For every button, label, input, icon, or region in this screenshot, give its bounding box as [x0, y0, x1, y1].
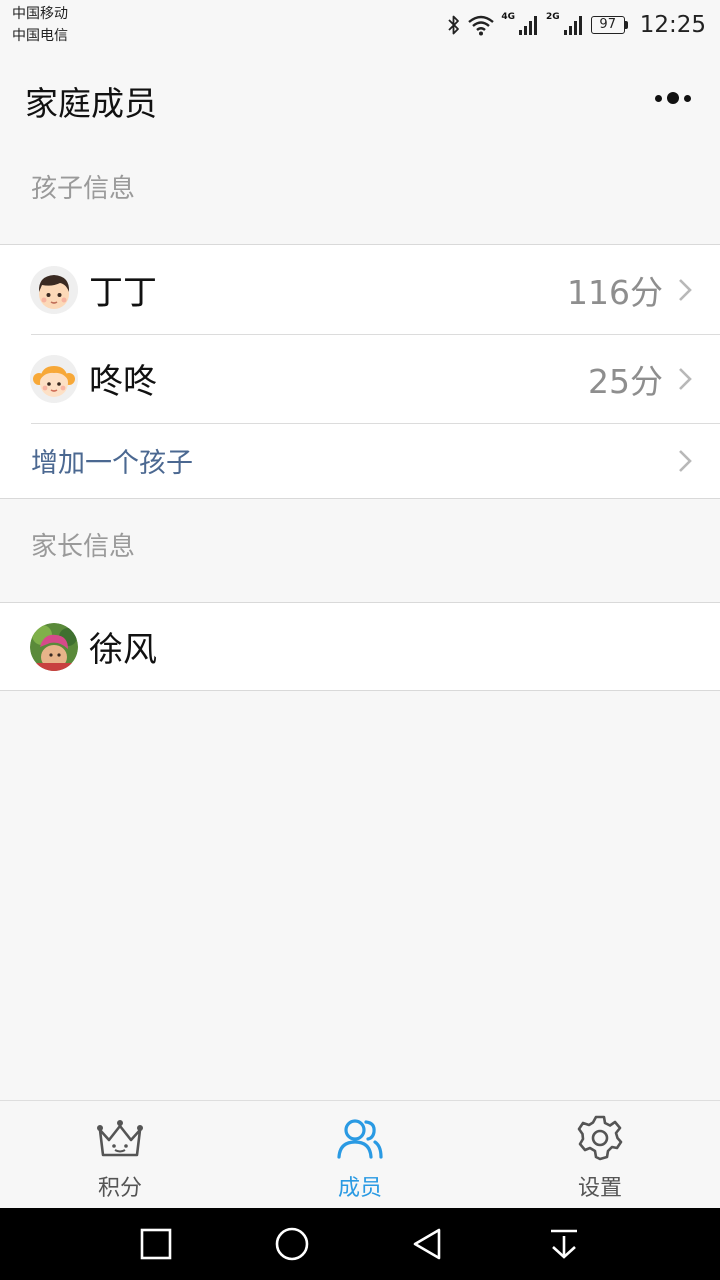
page-header: 家庭成员 — [0, 52, 720, 144]
photo-avatar — [30, 622, 78, 671]
add-child-row[interactable]: 增加一个孩子 — [0, 423, 720, 498]
more-options-button[interactable] — [650, 82, 696, 114]
child-score: 116分 — [567, 272, 663, 312]
recents-square-icon[interactable] — [139, 1226, 173, 1262]
members-icon — [337, 1119, 383, 1159]
network-type-2: 2G — [546, 12, 560, 22]
parents-section-label: 家长信息 — [31, 532, 136, 562]
tab-label: 成员 — [337, 1176, 382, 1201]
add-child-label: 增加一个孩子 — [31, 448, 193, 479]
bottom-tab-bar: 积分 成员 设置 — [0, 1100, 720, 1208]
notification-pull-icon[interactable] — [547, 1226, 581, 1262]
child-score: 25分 — [588, 361, 663, 401]
carrier-1: 中国移动 — [12, 6, 68, 22]
more-dots-icon — [655, 94, 662, 102]
girl-avatar — [30, 354, 78, 403]
signal-icon — [519, 16, 538, 35]
chevron-right-icon — [679, 449, 692, 472]
status-icons: 4G 2G 97 12:25 — [447, 10, 706, 40]
children-list: 丁丁 116分 咚咚 25分 增加一个孩子 — [0, 244, 720, 499]
chevron-right-icon — [679, 278, 692, 301]
parent-name: 徐风 — [89, 630, 157, 670]
page-title: 家庭成员 — [25, 84, 157, 123]
boy-avatar — [30, 265, 78, 314]
carrier-2: 中国电信 — [12, 28, 68, 44]
chevron-right-icon — [679, 367, 692, 390]
child-name: 咚咚 — [89, 362, 157, 402]
tab-label: 积分 — [97, 1176, 142, 1201]
tab-points[interactable]: 积分 — [0, 1101, 240, 1209]
tab-members[interactable]: 成员 — [240, 1101, 480, 1209]
status-clock: 12:25 — [639, 12, 706, 38]
battery-icon: 97 — [590, 16, 628, 34]
bluetooth-icon — [448, 15, 460, 35]
crown-icon — [97, 1120, 143, 1157]
app-screen: 中国移动 中国电信 4G 2G 97 12:25 家庭成员 孩子信息 丁丁 11… — [0, 0, 720, 1280]
system-nav-bar — [0, 1208, 720, 1280]
parents-list: 徐风 — [0, 602, 720, 691]
tab-label: 设置 — [577, 1176, 622, 1201]
gear-icon — [577, 1115, 623, 1161]
signal-icon — [563, 16, 582, 35]
children-section-label: 孩子信息 — [31, 174, 136, 204]
child-row-dingding[interactable]: 丁丁 116分 — [0, 245, 720, 334]
wifi-icon — [468, 15, 495, 36]
status-bar: 中国移动 中国电信 4G 2G 97 12:25 — [0, 0, 720, 52]
battery-level: 97 — [590, 16, 625, 34]
home-circle-icon[interactable] — [273, 1226, 311, 1262]
child-row-dongdong[interactable]: 咚咚 25分 — [0, 334, 720, 423]
child-name: 丁丁 — [89, 273, 157, 313]
parent-row-xufeng[interactable]: 徐风 — [0, 603, 720, 690]
network-type-1: 4G — [501, 12, 516, 22]
back-triangle-icon[interactable] — [410, 1226, 444, 1262]
tab-settings[interactable]: 设置 — [480, 1101, 720, 1209]
